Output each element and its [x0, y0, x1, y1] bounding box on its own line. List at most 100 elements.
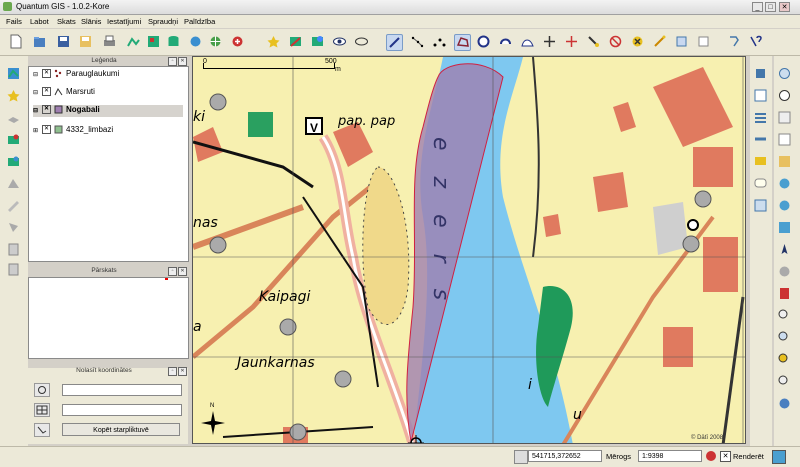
map-canvas[interactable]: 0 500 m pap. pap Kaipagi Jaunkarnas ki n… [192, 56, 746, 444]
plugin-icon[interactable] [674, 34, 689, 49]
whats-this-map-icon[interactable] [354, 34, 369, 49]
zoom-full-icon[interactable] [777, 308, 792, 323]
coord-field-2[interactable] [62, 404, 182, 416]
stop-render-icon[interactable] [706, 451, 716, 461]
copy-icon[interactable] [630, 34, 645, 49]
pdf-plugin-icon[interactable] [777, 286, 792, 301]
scale-field[interactable]: 1:9398 [638, 450, 702, 462]
globe-plugin-icon[interactable] [777, 176, 792, 191]
legend-item-marsruti[interactable]: ⊟ ✕ Marsruti [33, 87, 95, 99]
wms-plugin-icon[interactable] [777, 220, 792, 235]
show-all-icon[interactable] [310, 34, 325, 49]
overview-close-button[interactable]: ✕ [178, 267, 187, 276]
dxf-plugin-icon[interactable] [777, 154, 792, 169]
layer-tool-icon[interactable] [6, 110, 21, 125]
add-vector-icon[interactable] [126, 34, 141, 49]
identify-icon[interactable] [696, 34, 711, 49]
coord-field-1[interactable] [62, 384, 182, 396]
legend-item-parauglaukumi[interactable]: ⊟ ✕ Parauglaukumi [33, 69, 119, 81]
add-spatialite-icon[interactable] [188, 34, 203, 49]
plugin-grid-icon[interactable] [753, 110, 768, 125]
overview-icon[interactable] [288, 34, 303, 49]
minimize-button[interactable]: _ [752, 2, 763, 12]
plugin-label-icon[interactable] [753, 176, 768, 191]
plugin-table-icon[interactable] [753, 88, 768, 103]
layer-visibility-checkbox[interactable]: ✕ [42, 69, 51, 79]
add-raster-layer-icon[interactable] [6, 132, 21, 147]
capture-point-icon[interactable] [410, 34, 425, 49]
csv-plugin-icon[interactable] [777, 264, 792, 279]
scalebar-plugin-icon[interactable] [777, 110, 792, 125]
coords-close-button[interactable]: ✕ [178, 367, 187, 376]
copy-to-clipboard-button[interactable]: Kopēt starpliktuvē [62, 423, 180, 436]
remove-layer-icon[interactable] [266, 34, 281, 49]
collapse-icon[interactable]: ⊞ [33, 127, 39, 134]
menu-view[interactable]: Skats [57, 17, 76, 26]
open-project-icon[interactable] [32, 34, 47, 49]
whats-this-icon[interactable] [748, 34, 763, 49]
zoom-in-icon[interactable] [777, 66, 792, 81]
layer-visibility-checkbox[interactable]: ✕ [42, 125, 51, 135]
add-ring-icon[interactable] [498, 34, 513, 49]
grid-icon[interactable] [34, 403, 50, 417]
capture-icon[interactable] [34, 423, 50, 437]
coords-float-button[interactable]: ▫ [168, 367, 177, 376]
close-button[interactable]: ✕ [779, 2, 790, 12]
collapse-icon[interactable]: ⊟ [33, 71, 39, 78]
legend-float-button[interactable]: ▫ [168, 57, 177, 66]
plugin-note-icon[interactable] [753, 154, 768, 169]
legend-item-nogabali[interactable]: ⊟ ✕ Nogabali [33, 105, 183, 117]
plugin-gps-icon[interactable] [753, 66, 768, 81]
add-raster-icon[interactable] [146, 34, 161, 49]
collapse-icon[interactable]: ⊟ [33, 107, 39, 114]
add-star-layer-icon[interactable] [6, 88, 21, 103]
capture-polygon-icon[interactable] [432, 34, 447, 49]
north-arrow-plugin-icon[interactable] [777, 242, 792, 257]
cut-icon[interactable] [586, 34, 601, 49]
paste-icon[interactable] [652, 34, 667, 49]
new-layer-icon[interactable] [230, 34, 245, 49]
menu-edit[interactable]: Labot [30, 17, 49, 26]
legend-item-4332-limbazi[interactable]: ⊞ ✕ 4332_limbazi [33, 125, 113, 137]
globe-plugin-2-icon[interactable] [777, 198, 792, 213]
menu-settings[interactable]: Iestatījumi [107, 17, 141, 26]
add-vector-layer-icon[interactable] [6, 66, 21, 81]
add-postgis-icon[interactable] [166, 34, 181, 49]
delete-part-icon[interactable] [542, 34, 557, 49]
zoom-selection-icon[interactable] [777, 352, 792, 367]
layer-visibility-checkbox[interactable]: ✕ [42, 105, 51, 115]
layer-style-icon[interactable] [6, 220, 21, 235]
layer-props-icon[interactable] [6, 176, 21, 191]
save-as-icon[interactable] [78, 34, 93, 49]
coordinates-field[interactable]: 541715,372652 [528, 450, 602, 462]
help-icon[interactable] [726, 34, 741, 49]
layer-edit-icon[interactable] [6, 198, 21, 213]
crosshair-icon[interactable] [34, 383, 50, 397]
add-wms-icon[interactable] [208, 34, 223, 49]
menu-help[interactable]: Palīdzība [184, 17, 215, 26]
map-drawing[interactable] [193, 57, 746, 444]
copyright-plugin-icon[interactable] [777, 88, 792, 103]
projection-icon[interactable] [772, 450, 786, 464]
capture-line-icon[interactable] [386, 34, 403, 51]
render-checkbox[interactable]: ✕ [720, 451, 731, 462]
move-feature-icon[interactable] [454, 34, 471, 51]
add-db-layer-icon[interactable] [6, 154, 21, 169]
zoom-layer-icon[interactable] [777, 330, 792, 345]
menu-layer[interactable]: Slānis [81, 17, 101, 26]
delete-selected-icon[interactable] [608, 34, 623, 49]
overview-panel[interactable] [28, 277, 189, 359]
maximize-button[interactable]: □ [765, 2, 776, 12]
new-project-icon[interactable] [8, 34, 23, 49]
print-icon[interactable] [102, 34, 117, 49]
save-project-icon[interactable] [56, 34, 71, 49]
hide-all-icon[interactable] [332, 34, 347, 49]
menu-plugins[interactable]: Spraudņi [148, 17, 178, 26]
coordinate-mode-icon[interactable] [514, 450, 528, 464]
menu-file[interactable]: Fails [6, 17, 22, 26]
refresh-icon[interactable] [777, 396, 792, 411]
add-part-icon[interactable] [520, 34, 535, 49]
collapse-icon[interactable]: ⊟ [33, 89, 39, 96]
layer-label-icon[interactable] [6, 242, 21, 257]
legend-close-button[interactable]: ✕ [178, 57, 187, 66]
